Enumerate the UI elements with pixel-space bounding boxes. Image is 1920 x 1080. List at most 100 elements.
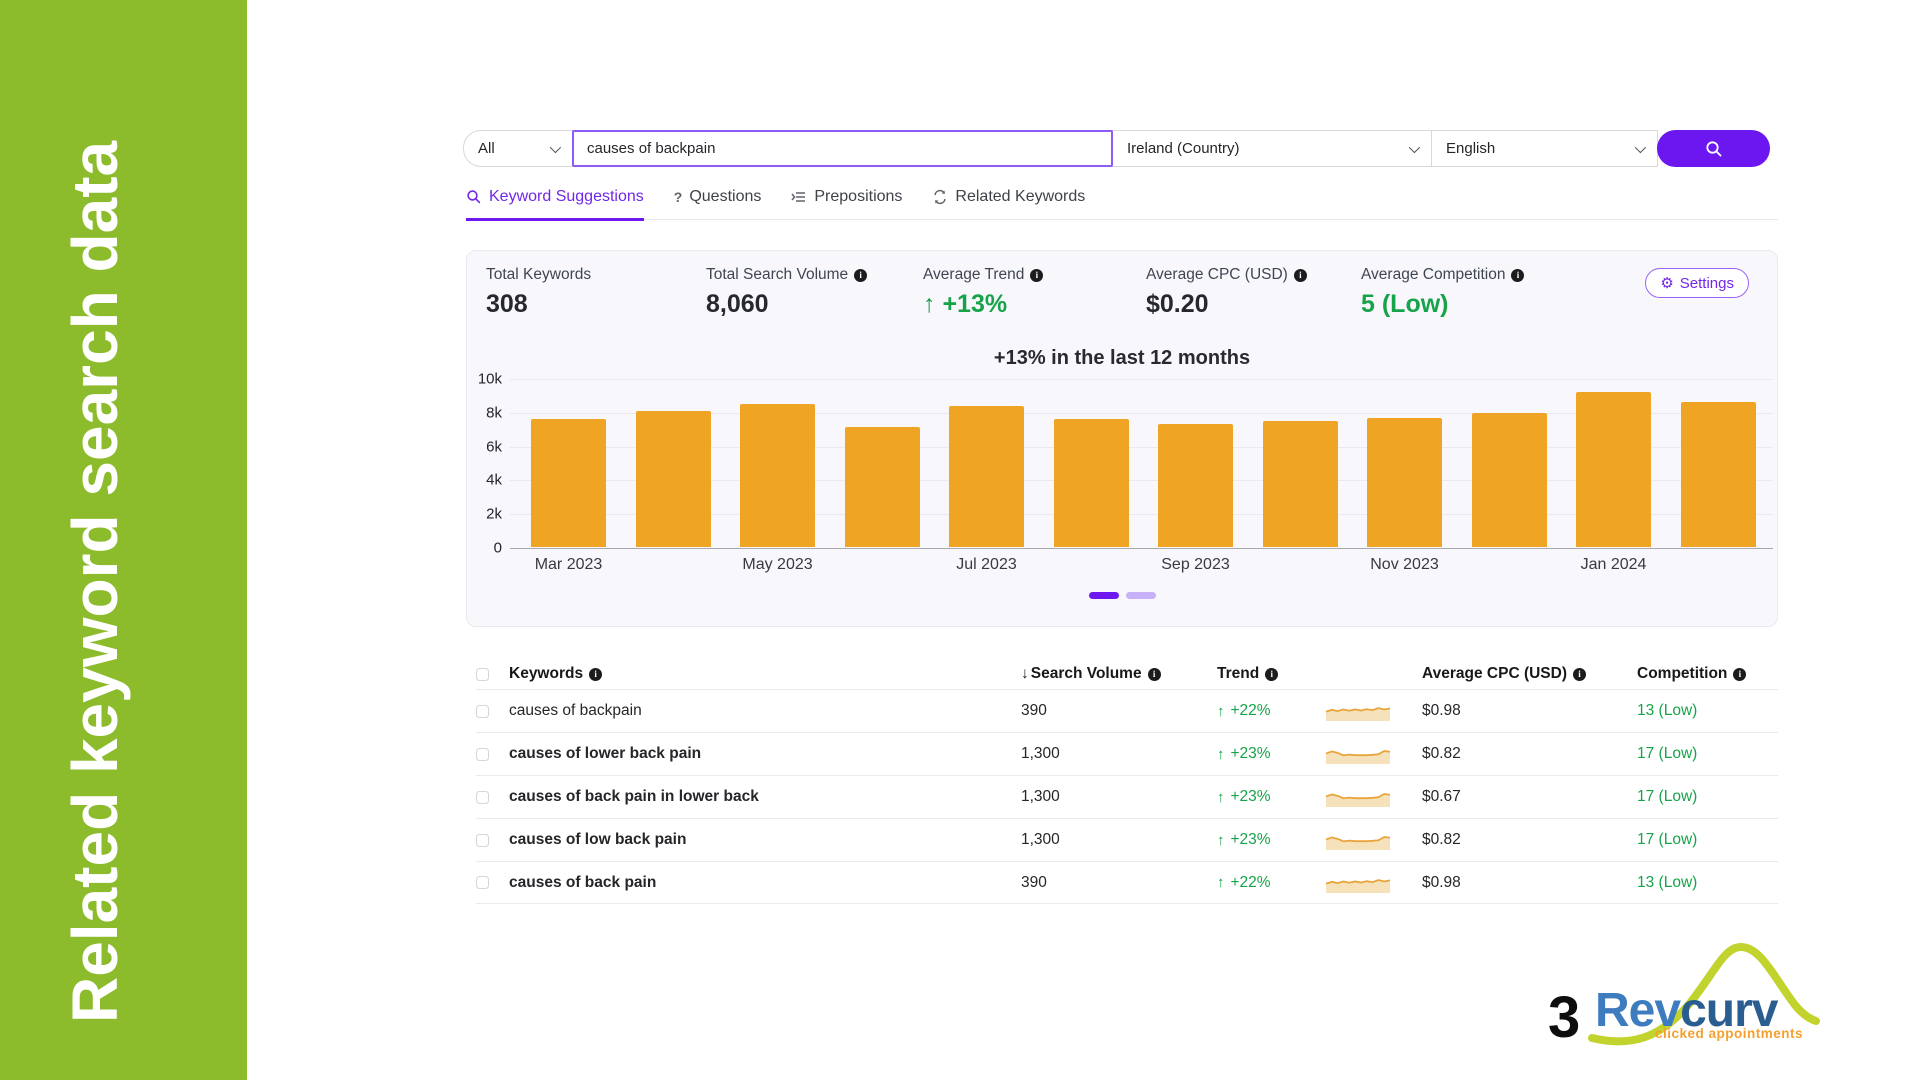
volume-cell: 390 — [1021, 702, 1217, 720]
stat-value: $0.20 — [1146, 290, 1307, 319]
row-checkbox-cell — [476, 705, 509, 718]
scope-dropdown-value: All — [478, 140, 495, 157]
trend-value: +23% — [1231, 788, 1271, 806]
keyword-input[interactable] — [574, 132, 1111, 165]
table-row[interactable]: causes of low back pain1,300↑+23%$0.8217… — [476, 818, 1778, 861]
row-checkbox[interactable] — [476, 748, 489, 761]
keyword-text: causes of backpain — [509, 702, 642, 720]
sort-desc-icon[interactable]: ↓ — [1021, 665, 1029, 683]
row-checkbox[interactable] — [476, 834, 489, 847]
question-icon: ? — [674, 189, 683, 205]
stat-label: Total Search Volumei — [706, 266, 867, 284]
sparkline-cell — [1325, 786, 1422, 808]
header-cell: Trendi — [1217, 665, 1325, 683]
header-cell: ↓Search Volume i — [1021, 665, 1217, 683]
pagination-dash-inactive[interactable] — [1126, 592, 1156, 599]
keyword-text: causes of back pain in lower back — [509, 788, 759, 806]
country-dropdown-value: Ireland (Country) — [1127, 140, 1240, 157]
competition-cell: 17 (Low) — [1637, 788, 1778, 806]
gear-icon: ⚙ — [1660, 276, 1673, 291]
column-label: Search Volume — [1031, 665, 1142, 683]
volume-cell: 1,300 — [1021, 788, 1217, 806]
row-checkbox-cell — [476, 834, 509, 847]
logo-tagline: clicked appointments — [1655, 1026, 1803, 1041]
trend-cell: ↑+22% — [1217, 874, 1325, 892]
keyword-cell: causes of lower back pain — [509, 745, 1021, 763]
cpc-cell: $0.82 — [1422, 831, 1637, 849]
row-checkbox[interactable] — [476, 876, 489, 889]
trend-cell: ↑+23% — [1217, 831, 1325, 849]
keyword-cell: causes of low back pain — [509, 831, 1021, 849]
search-button[interactable] — [1657, 130, 1770, 167]
info-icon: i — [1265, 668, 1278, 681]
chart-bar — [1681, 402, 1756, 547]
x-axis-label: Nov 2023 — [1370, 556, 1439, 574]
column-label: Trend — [1217, 665, 1259, 683]
info-icon: i — [1030, 269, 1043, 282]
x-axis-label: Mar 2023 — [535, 556, 603, 574]
language-dropdown-value: English — [1446, 140, 1495, 157]
stat-label-text: Total Keywords — [486, 266, 591, 284]
table-row[interactable]: causes of backpain390↑+22%$0.9813 (Low) — [476, 689, 1778, 732]
table-row[interactable]: causes of lower back pain1,300↑+23% $0.82… — [476, 732, 1778, 775]
tab-questions[interactable]: ?Questions — [674, 186, 762, 221]
trend-up-icon: ↑ — [1217, 789, 1225, 806]
x-axis-label: Sep 2023 — [1161, 556, 1230, 574]
cpc-cell: $0.82 — [1422, 745, 1637, 763]
sparkline-cell — [1325, 700, 1422, 722]
stat-label-text: Average Trend — [923, 266, 1024, 284]
chart-bar — [1158, 424, 1233, 547]
header-cell: Competitioni — [1637, 665, 1778, 683]
stat-average-competition: Average Competitioni5 (Low) — [1361, 266, 1524, 319]
result-tabs: Keyword Suggestions ?Questions Preposition… — [466, 186, 1778, 220]
stat-average-cpc-(usd): Average CPC (USD)i $0.20 — [1146, 266, 1307, 319]
keyword-input-wrap — [572, 130, 1113, 167]
banner-title: Related keyword search data — [58, 58, 132, 1023]
tab-label: Prepositions — [814, 188, 902, 206]
page-number: 3 — [1548, 984, 1580, 1051]
row-checkbox[interactable] — [476, 705, 489, 718]
sparkline-cell — [1325, 743, 1422, 765]
info-icon: i — [589, 668, 602, 681]
stat-total-search-volume: Total Search Volumei8,060 — [706, 266, 867, 319]
trend-sparkline — [1325, 700, 1391, 722]
search-icon — [1704, 139, 1724, 159]
country-dropdown[interactable]: Ireland (Country) — [1112, 130, 1432, 167]
trend-value: +22% — [1231, 702, 1271, 720]
table-row[interactable]: causes of back pain in lower back 1,300↑ +… — [476, 775, 1778, 818]
cpc-cell: $0.98 — [1422, 874, 1637, 892]
pagination-dash-active[interactable] — [1089, 592, 1119, 599]
trend-cell: ↑+23% — [1217, 745, 1325, 763]
stat-value: 5 (Low) — [1361, 290, 1524, 319]
table-row[interactable]: causes of back pain390↑+22%$0.9813 (Low) — [476, 861, 1778, 904]
search-volume-bar-chart: 02k4k6k8k10kMar 2023May 2023Jul 2023Sep … — [510, 379, 1773, 548]
tab-prepositions[interactable]: Prepositions — [791, 186, 902, 221]
y-axis-label: 2k — [458, 506, 502, 523]
trend-value: +23% — [1231, 831, 1271, 849]
select-all-checkbox[interactable] — [476, 668, 489, 681]
keyword-cell: causes of backpain — [509, 702, 1021, 720]
info-icon: i — [1148, 668, 1161, 681]
settings-button[interactable]: ⚙ Settings — [1645, 268, 1749, 298]
language-dropdown[interactable]: English — [1431, 130, 1658, 167]
header-cell: Average CPC (USD)i — [1422, 665, 1637, 683]
trend-cell: ↑ +23% — [1217, 788, 1325, 806]
trend-up-icon: ↑ — [1217, 746, 1225, 763]
x-axis-label: May 2023 — [742, 556, 812, 574]
keyword-text: causes of low back pain — [509, 831, 686, 849]
row-checkbox[interactable] — [476, 791, 489, 804]
volume-cell: 1,300 — [1021, 745, 1217, 763]
tab-related-keywords[interactable]: Related Keywords — [932, 186, 1085, 221]
chart-bar — [845, 427, 920, 547]
scope-dropdown[interactable]: All — [463, 130, 573, 167]
y-axis-label: 8k — [458, 404, 502, 421]
chart-bar — [1054, 419, 1129, 547]
keywords-table: Keywordsi↓Search VolumeiTrendiAverage CP… — [476, 659, 1778, 904]
trend-sparkline — [1325, 829, 1391, 851]
stat-label: Average CPC (USD)i — [1146, 266, 1307, 284]
stat-label-text: Total Search Volume — [706, 266, 848, 284]
tab-keyword-suggestions[interactable]: Keyword Suggestions — [466, 186, 644, 221]
stat-label-text: Average Competition — [1361, 266, 1505, 284]
competition-cell: 13 (Low) — [1637, 874, 1778, 892]
trend-sparkline — [1325, 872, 1391, 894]
